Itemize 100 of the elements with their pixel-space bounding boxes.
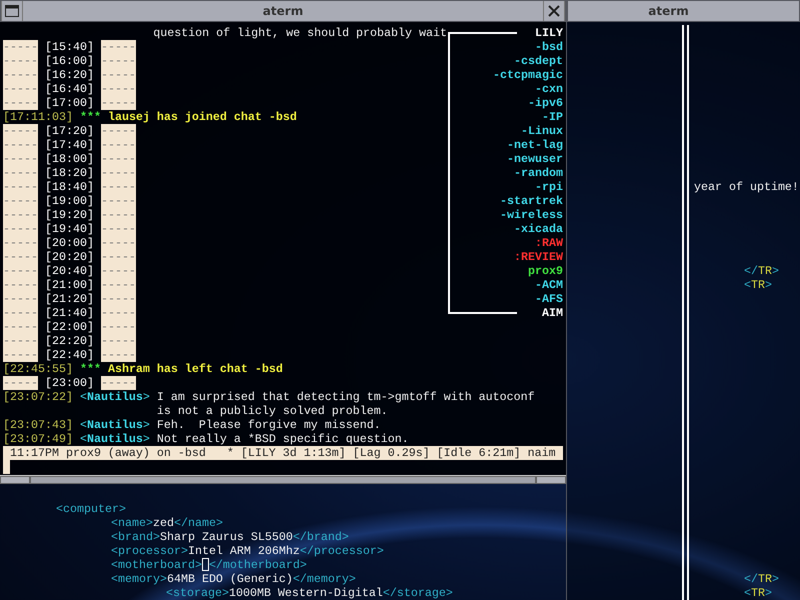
channel-item[interactable]: -IP [542,110,563,124]
window-title: aterm [262,4,304,18]
xml-tag: </name> [174,516,223,530]
divider-bar: ----- [3,334,38,348]
hour-marker: [16:20] [44,68,94,82]
hour-marker: [21:20] [44,292,94,306]
divider-bar: ----- [3,54,38,68]
channel-item[interactable]: :REVIEW [514,250,563,264]
markup-tag: </TR> [744,264,779,278]
xml-tag: </processor> [300,544,384,558]
divider-bar: ----- [3,208,38,222]
divider-bar: ----- [100,306,136,320]
divider-bar: ----- [3,82,38,96]
divider-bar: ----- [100,320,136,334]
chat-message-text: Not really a *BSD specific question. [156,432,409,446]
hour-marker: [17:00] [44,96,94,110]
divider-bar: ----- [3,348,38,362]
divider-bar: ----- [3,124,38,138]
window-icon [5,5,19,17]
xml-tag: </motherboard> [208,558,307,572]
close-button[interactable] [543,1,565,21]
xml-tag: <memory> [111,572,167,586]
hour-marker: [19:40] [44,222,94,236]
channel-item[interactable]: prox9 [528,264,563,278]
channel-item[interactable]: -ctcpmagic [493,68,563,82]
channel-item[interactable]: -startrek [500,194,563,208]
hour-marker: [22:00] [44,320,94,334]
channel-item[interactable]: -net-lag [507,138,563,152]
divider-bar: ----- [100,264,136,278]
divider-bar: ----- [3,306,38,320]
channel-item[interactable]: -bsd [535,40,563,54]
divider-bar: ----- [100,222,136,236]
window-menu-button[interactable] [1,1,23,21]
divider-bar: ----- [3,292,38,306]
xml-tag: <motherboard> [111,558,202,572]
nickname: <Nautilus> [80,418,150,432]
xml-value: 64MB EDO (Generic) [166,572,293,586]
divider-bar: ----- [100,278,136,292]
divider-bar: ----- [3,96,38,110]
hour-marker: [16:40] [44,82,94,96]
channel-item[interactable]: -xicada [514,222,563,236]
divider-bar: ----- [3,236,38,250]
hour-marker: [17:40] [44,138,94,152]
nickname: <Nautilus> [80,390,150,404]
divider-bar: ----- [100,292,136,306]
divider-bar: ----- [3,250,38,264]
divider-bar: ----- [3,194,38,208]
xml-tag: <brand> [111,530,160,544]
divider-bar: ----- [3,376,38,390]
timestamp: [23:07:43] [3,418,73,432]
divider-bar: ----- [100,236,136,250]
hour-marker: [18:20] [44,166,94,180]
text-cursor [3,460,10,474]
hour-marker: [17:20] [44,124,94,138]
channel-item[interactable]: -cxn [535,82,563,96]
channel-item[interactable]: -AFS [535,292,563,306]
hour-marker: [16:00] [44,54,94,68]
hour-marker: [19:20] [44,208,94,222]
divider-bar: ----- [100,152,136,166]
scrollbar[interactable] [0,475,566,484]
xml-tag: <name> [111,516,153,530]
divider-bar: ----- [100,82,136,96]
channel-item[interactable]: -ACM [535,278,563,292]
chat-message-text: Feh. Please forgive my missend. [156,418,381,432]
channel-item[interactable]: LILY [535,26,563,40]
channel-item[interactable]: -csdept [514,54,563,68]
channel-item[interactable]: -ipv6 [528,96,563,110]
hour-marker: [18:40] [44,180,94,194]
xml-tag: <storage> [166,586,229,600]
hour-marker: [22:20] [44,334,94,348]
hour-marker: [23:00] [44,376,94,390]
divider-bar: ----- [3,138,38,152]
divider-bar: ----- [100,334,136,348]
divider-bar: ----- [100,194,136,208]
hour-marker: [21:00] [44,278,94,292]
xml-value: 1000MB Western-Digital [228,586,383,600]
hour-marker: [19:00] [44,194,94,208]
divider-bar: ----- [3,40,38,54]
channel-item[interactable]: -rpi [535,180,563,194]
xml-tag: </memory> [292,572,356,586]
channel-item[interactable]: -random [514,166,563,180]
channel-item[interactable]: AIM [542,306,563,320]
channel-item[interactable]: -Linux [521,124,563,138]
hour-marker: [20:00] [44,236,94,250]
divider-bar: ----- [3,278,38,292]
channel-item[interactable]: -wireless [500,208,563,222]
divider-bar: ----- [100,376,136,390]
hour-marker: [20:20] [44,250,94,264]
channel-item[interactable]: -newuser [507,152,563,166]
divider-bar: ----- [100,166,136,180]
channel-item[interactable]: :RAW [535,236,563,250]
window-title: aterm [647,4,690,18]
divider-bar: ----- [100,68,136,82]
divider-bar: ----- [100,96,136,110]
xml-value: Sharp Zaurus SL5500 [160,530,293,544]
divider-bar: ----- [3,264,38,278]
xml-tag: </storage> [382,586,453,600]
markup-tag: </TR> [744,572,779,586]
xml-tag: <computer> [56,502,126,516]
timestamp: [22:45:55] [3,362,73,376]
